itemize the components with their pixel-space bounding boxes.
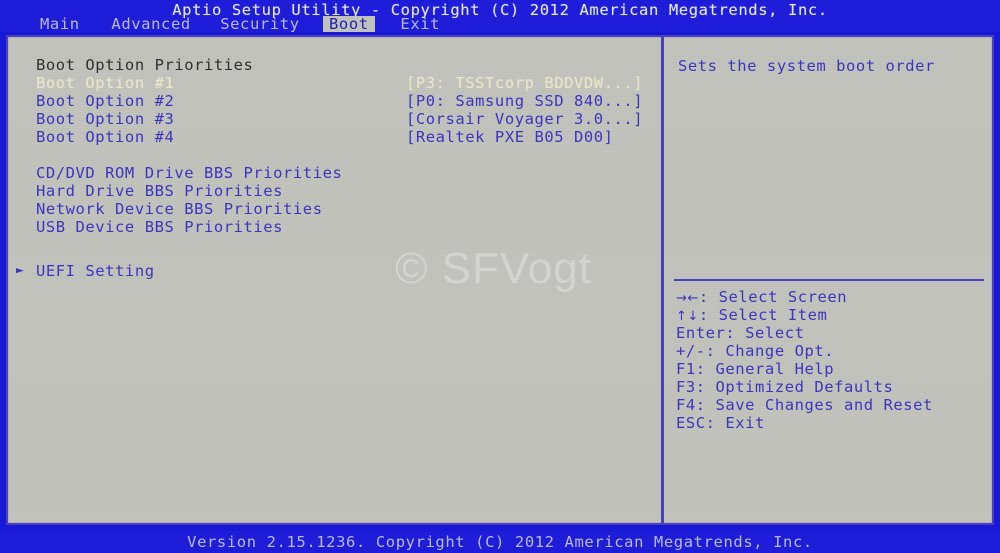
settings-column: Boot Option Priorities Boot Option #1 [P3:… bbox=[8, 37, 661, 523]
key-legend-row: +/-: Change Opt. bbox=[676, 342, 992, 360]
submenu-arrow-icon: ► bbox=[16, 263, 24, 279]
version-text: Version 2.15.1236. Copyright (C) 2012 Am… bbox=[187, 533, 813, 551]
boot-option-4-value[interactable]: [Realtek PXE B05 D00] bbox=[406, 128, 614, 146]
key-legend-label: F1: General Help bbox=[676, 360, 835, 378]
boot-option-1[interactable]: Boot Option #1 bbox=[36, 74, 174, 92]
help-column: Sets the system boot order →←: Select Sc… bbox=[664, 37, 994, 523]
key-legend-label: +/-: Change Opt. bbox=[676, 342, 835, 360]
key-legend-row: ESC: Exit bbox=[676, 414, 992, 432]
key-legend-row: →←: Select Screen bbox=[676, 288, 992, 306]
submenu-uefi-setting[interactable]: UEFI Setting bbox=[36, 262, 155, 280]
key-legend-label: : Select Item bbox=[698, 306, 828, 324]
bbs-priorities-2[interactable]: Network Device BBS Priorities bbox=[36, 200, 323, 218]
title-bar: Aptio Setup Utility - Copyright (C) 2012… bbox=[0, 0, 1000, 32]
bbs-priorities-1[interactable]: Hard Drive BBS Priorities bbox=[36, 182, 283, 200]
boot-option-2-value[interactable]: [P0: Samsung SSD 840...] bbox=[406, 92, 643, 110]
boot-option-4[interactable]: Boot Option #4 bbox=[36, 128, 174, 146]
key-legend-row: ↑↓: Select Item bbox=[676, 306, 992, 324]
help-description: Sets the system boot order bbox=[678, 57, 935, 75]
key-legend-label: F3: Optimized Defaults bbox=[676, 378, 894, 396]
key-legend-label: ESC: Exit bbox=[676, 414, 765, 432]
setup-panel: Boot Option Priorities Boot Option #1 [P3:… bbox=[6, 35, 994, 525]
menu-bar: Main Advanced Security Boot Exit bbox=[0, 16, 1000, 32]
key-legend-label: : Select Screen bbox=[698, 288, 848, 306]
arrow-keys-icon: ↑↓ bbox=[676, 309, 699, 324]
key-legend-row: F4: Save Changes and Reset bbox=[676, 396, 992, 414]
menu-tab-security[interactable]: Security bbox=[214, 16, 305, 32]
key-legend-row: F1: General Help bbox=[676, 360, 992, 378]
bbs-priorities-3[interactable]: USB Device BBS Priorities bbox=[36, 218, 283, 236]
arrow-keys-icon: →← bbox=[676, 291, 699, 306]
bbs-priorities-0[interactable]: CD/DVD ROM Drive BBS Priorities bbox=[36, 164, 342, 182]
key-legend-row: F3: Optimized Defaults bbox=[676, 378, 992, 396]
key-legend-label: Enter: Select bbox=[676, 324, 805, 342]
status-bar: Version 2.15.1236. Copyright (C) 2012 Am… bbox=[0, 531, 1000, 553]
key-legend-label: F4: Save Changes and Reset bbox=[676, 396, 933, 414]
menu-tab-main[interactable]: Main bbox=[34, 16, 86, 32]
key-legend: →←: Select Screen ↑↓: Select Item Enter: S… bbox=[676, 288, 992, 432]
menu-tab-exit[interactable]: Exit bbox=[394, 16, 446, 32]
boot-option-2[interactable]: Boot Option #2 bbox=[36, 92, 174, 110]
boot-option-1-value[interactable]: [P3: TSSTcorp BDDVDW...] bbox=[406, 74, 643, 92]
menu-tab-boot[interactable]: Boot bbox=[323, 16, 375, 32]
setup-panel-inner: Boot Option Priorities Boot Option #1 [P3:… bbox=[8, 37, 992, 523]
boot-option-3[interactable]: Boot Option #3 bbox=[36, 110, 174, 128]
help-divider bbox=[674, 279, 984, 281]
key-legend-row: Enter: Select bbox=[676, 324, 992, 342]
boot-option-3-value[interactable]: [Corsair Voyager 3.0...] bbox=[406, 110, 643, 128]
menu-tab-advanced[interactable]: Advanced bbox=[105, 16, 196, 32]
boot-priorities-heading: Boot Option Priorities bbox=[36, 56, 254, 74]
